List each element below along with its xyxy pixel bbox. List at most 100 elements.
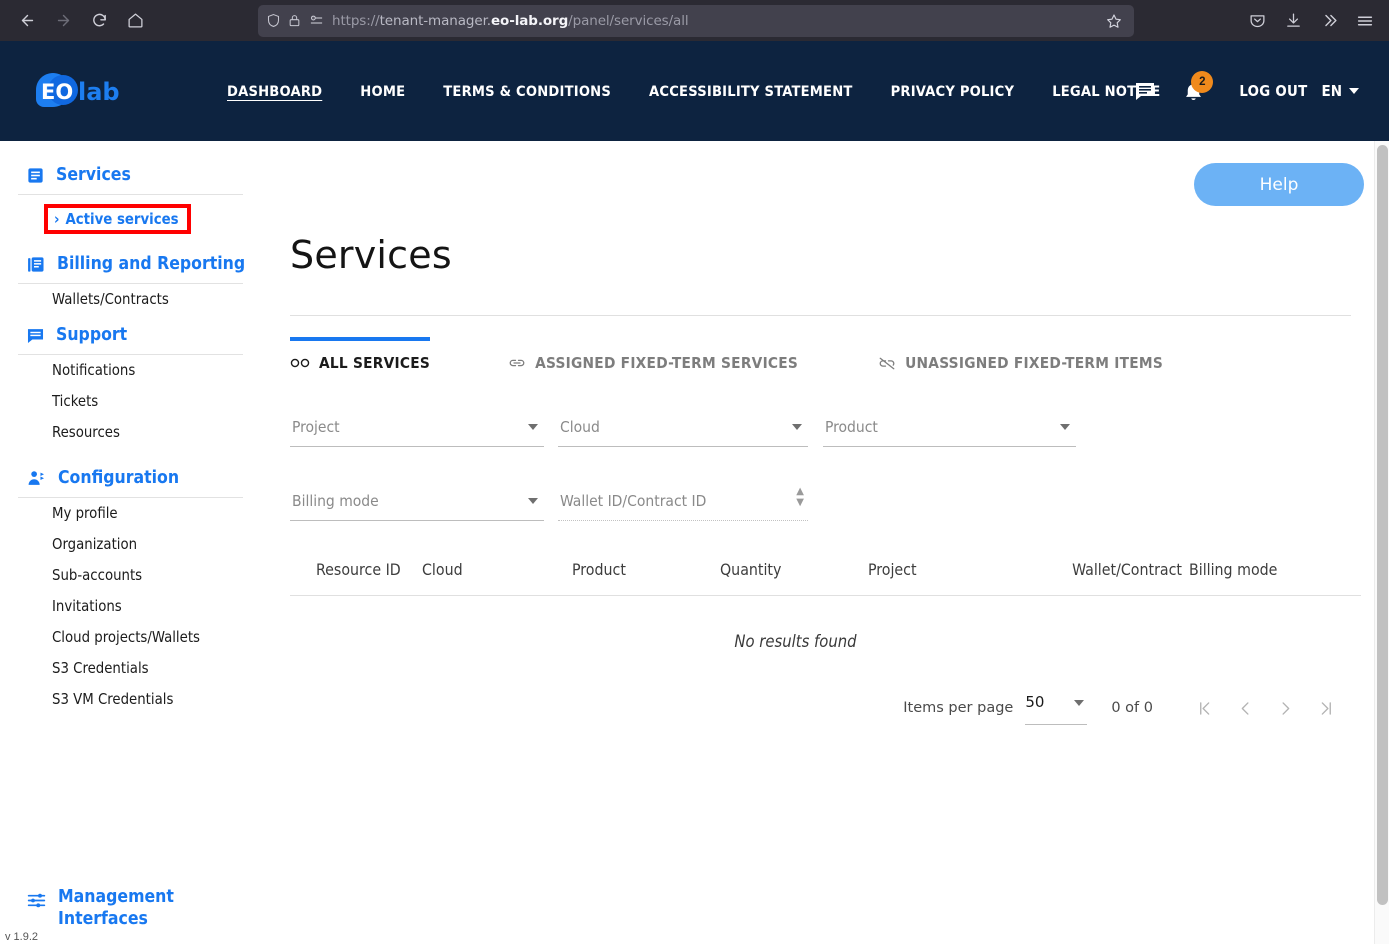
- sidebar-header-configuration[interactable]: Configuration: [0, 462, 265, 494]
- chevron-down-icon: [1074, 700, 1085, 706]
- sidebar-item-s3-credentials[interactable]: S3 Credentials: [0, 653, 265, 684]
- sidebar-item-sub-accounts[interactable]: Sub-accounts: [0, 560, 265, 591]
- filter-panel: Project Cloud Product Billing mode Walle…: [290, 410, 1361, 532]
- column-header-cloud: Cloud: [422, 560, 463, 579]
- chevron-down-icon: [1060, 424, 1070, 430]
- sidebar-item-active-services-highlight[interactable]: › Active services: [44, 204, 191, 234]
- vertical-scrollbar[interactable]: [1374, 141, 1389, 944]
- cloud-filter[interactable]: Cloud: [558, 410, 808, 458]
- nav-dashboard[interactable]: DASHBOARD: [208, 83, 341, 100]
- sidebar-header-billing[interactable]: Billing and Reporting: [0, 248, 265, 280]
- sidebar-item-notifications[interactable]: Notifications: [0, 355, 265, 386]
- stepper-up-icon[interactable]: ▲: [796, 487, 804, 497]
- hamburger-menu-icon[interactable]: [1349, 5, 1381, 37]
- title-divider: [290, 315, 1351, 316]
- nav-accessibility-statement[interactable]: ACCESSIBILITY STATEMENT: [630, 83, 872, 100]
- vertical-scrollbar-thumb[interactable]: [1377, 145, 1388, 905]
- message-icon[interactable]: [1121, 67, 1169, 115]
- management-line-2: Interfaces: [58, 908, 148, 929]
- sidebar-item-resources[interactable]: Resources: [0, 417, 265, 448]
- field-underline: [1025, 724, 1088, 725]
- language-selector[interactable]: EN: [1321, 82, 1359, 100]
- sidebar-item-management-interfaces[interactable]: Management Interfaces: [0, 887, 265, 930]
- star-icon[interactable]: [1100, 7, 1128, 35]
- product-filter[interactable]: Product: [823, 410, 1076, 458]
- sidebar-item-s3-vm-credentials[interactable]: S3 VM Credentials: [0, 684, 265, 715]
- nav-terms-conditions[interactable]: TERMS & CONDITIONS: [424, 83, 630, 100]
- double-chevron-right-icon[interactable]: [1313, 5, 1345, 37]
- page-title: Services: [290, 233, 452, 277]
- svg-text:EO: EO: [41, 80, 73, 104]
- wallet-contract-id-input[interactable]: Wallet ID/Contract ID ▲ ▼: [558, 484, 808, 532]
- sidebar-item-wallets-contracts[interactable]: Wallets/Contracts: [0, 284, 265, 315]
- tab-unassigned-fixed-term-items[interactable]: UNASSIGNED FIXED-TERM ITEMS: [878, 337, 1163, 386]
- forward-arrow-icon[interactable]: [46, 5, 80, 37]
- sidebar-item-my-profile[interactable]: My profile: [0, 498, 265, 529]
- services-icon: [26, 166, 45, 185]
- sidebar-item-tickets[interactable]: Tickets: [0, 386, 265, 417]
- logout-button[interactable]: LOG OUT: [1239, 83, 1307, 100]
- link-icon: [508, 356, 526, 370]
- bell-icon[interactable]: 2: [1169, 67, 1217, 115]
- next-page-icon[interactable]: [1265, 689, 1305, 727]
- svg-text:lab: lab: [78, 78, 120, 106]
- tab-label: ALL SERVICES: [319, 354, 431, 372]
- help-button[interactable]: Help: [1194, 163, 1364, 206]
- last-page-icon[interactable]: [1305, 689, 1345, 727]
- version-label: v 1.9.2: [5, 931, 39, 943]
- pocket-icon[interactable]: [1241, 5, 1273, 37]
- paginator: Items per page 50 0 of 0: [290, 689, 1361, 727]
- column-header-product: Product: [572, 560, 626, 579]
- chevron-down-icon: [528, 424, 538, 430]
- cloud-filter-label: Cloud: [560, 418, 600, 436]
- permissions-icon[interactable]: [308, 13, 325, 28]
- app-header: EO lab DASHBOARD HOME TERMS & CONDITIONS…: [0, 41, 1389, 141]
- lock-icon[interactable]: [288, 13, 301, 28]
- billing-mode-filter-label: Billing mode: [292, 492, 379, 510]
- project-filter[interactable]: Project: [290, 410, 544, 458]
- chevron-down-icon: [528, 498, 538, 504]
- nav-home[interactable]: HOME: [341, 83, 424, 100]
- sidebar-item-organization[interactable]: Organization: [0, 529, 265, 560]
- items-per-page-value: 50: [1025, 693, 1045, 711]
- billing-mode-filter[interactable]: Billing mode: [290, 484, 544, 532]
- url-bar[interactable]: https://tenant-manager.eo-lab.org/panel/…: [258, 4, 1134, 37]
- eo-lab-logo[interactable]: EO lab: [32, 68, 150, 114]
- items-per-page-select[interactable]: 50: [1025, 691, 1088, 725]
- column-header-quantity: Quantity: [720, 560, 782, 579]
- table-header-row: Resource ID Cloud Product Quantity Proje…: [290, 554, 1361, 596]
- column-header-wallet-contract: Wallet/Contract: [1072, 560, 1182, 579]
- reload-icon[interactable]: [82, 5, 116, 37]
- sidebar-header-support[interactable]: Support: [0, 319, 265, 351]
- configuration-icon: [26, 469, 47, 488]
- services-table: Resource ID Cloud Product Quantity Proje…: [290, 554, 1361, 651]
- field-underline: [558, 446, 808, 447]
- tab-all-services[interactable]: ALL SERVICES: [290, 337, 431, 386]
- primary-navigation: DASHBOARD HOME TERMS & CONDITIONS ACCESS…: [208, 83, 1179, 100]
- field-underline: [290, 446, 544, 447]
- tab-assigned-fixed-term-services[interactable]: ASSIGNED FIXED-TERM SERVICES: [508, 337, 798, 386]
- home-icon[interactable]: [118, 5, 152, 37]
- first-page-icon[interactable]: [1185, 689, 1225, 727]
- tab-bar: ALL SERVICES ASSIGNED FIXED-TERM SERVICE…: [290, 337, 1361, 386]
- sidebar-item-active-services[interactable]: › Active services: [54, 211, 179, 228]
- sidebar-header-label: Services: [56, 165, 131, 185]
- sidebar-header-services[interactable]: Services: [0, 159, 265, 191]
- stepper-down-icon[interactable]: ▼: [796, 498, 804, 508]
- nav-privacy-policy[interactable]: PRIVACY POLICY: [872, 83, 1034, 100]
- previous-page-icon[interactable]: [1225, 689, 1265, 727]
- sidebar-header-label: Billing and Reporting: [57, 254, 246, 274]
- number-stepper-icon[interactable]: ▲ ▼: [796, 487, 804, 508]
- page-range-label: 0 of 0: [1111, 700, 1153, 716]
- filter-row-1: Project Cloud Product: [290, 410, 1361, 458]
- shield-icon[interactable]: [266, 13, 281, 28]
- main-content: Help Services ALL SERVICES ASSIGNED FIXE…: [265, 141, 1389, 944]
- back-arrow-icon[interactable]: [10, 5, 44, 37]
- sidebar-item-invitations[interactable]: Invitations: [0, 591, 265, 622]
- download-icon[interactable]: [1277, 5, 1309, 37]
- sliders-icon: [26, 887, 47, 911]
- url-scheme: https://: [332, 12, 380, 29]
- header-actions: 2 LOG OUT EN: [1121, 67, 1365, 115]
- url-text[interactable]: https://tenant-manager.eo-lab.org/panel/…: [332, 13, 689, 29]
- sidebar-item-cloud-projects-wallets[interactable]: Cloud projects/Wallets: [0, 622, 265, 653]
